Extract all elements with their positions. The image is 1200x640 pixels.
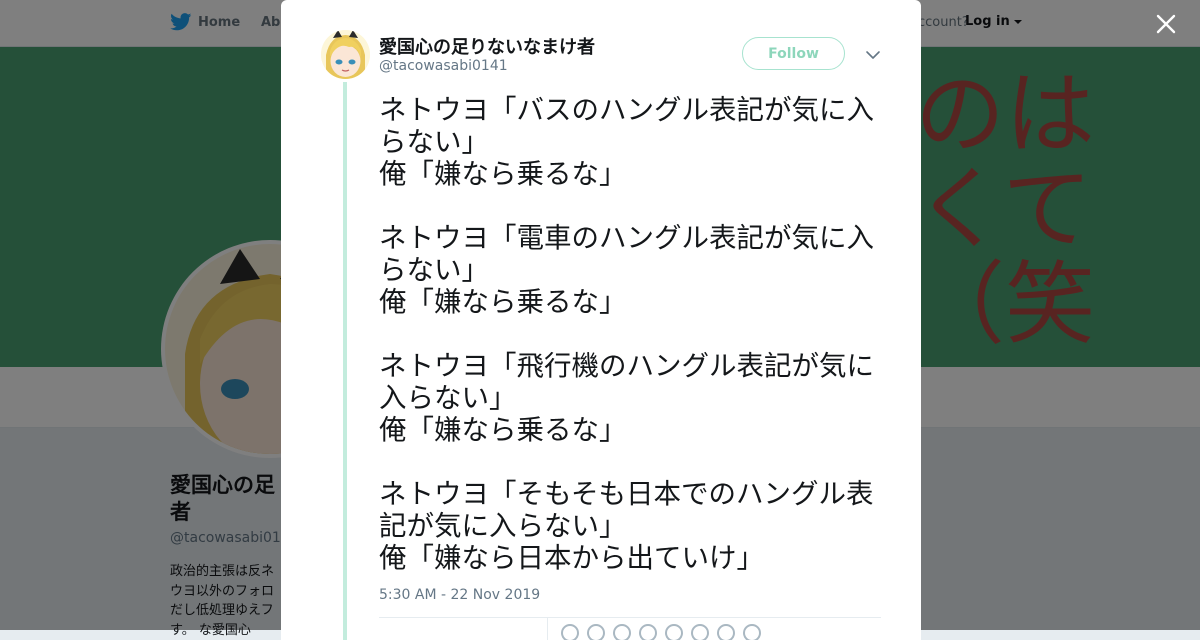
liker-avatar[interactable] [639,624,657,640]
liker-avatars[interactable] [561,624,761,640]
liker-avatar[interactable] [613,624,631,640]
liker-avatar[interactable] [691,624,709,640]
liker-avatar[interactable] [665,624,683,640]
tweet-author-handle[interactable]: @tacowasabi0141 [379,58,508,74]
author-avatar-illustration [321,30,370,79]
thread-line [343,82,347,640]
liker-avatar[interactable] [561,624,579,640]
stats-divider [547,617,548,640]
tweet-modal: 愛国心の足りないなまけ者 @tacowasabi0141 Follow ネトウヨ… [281,0,921,640]
tweet-author-name[interactable]: 愛国心の足りないなまけ者 [379,33,595,59]
liker-avatar[interactable] [743,624,761,640]
tweet-divider [379,617,881,618]
follow-button[interactable]: Follow [742,37,845,70]
close-icon [1156,14,1176,34]
tweet-author-avatar[interactable] [321,30,370,79]
tweet-options-button[interactable] [865,47,881,61]
liker-avatar[interactable] [717,624,735,640]
tweet-timestamp[interactable]: 5:30 AM - 22 Nov 2019 [379,587,540,603]
chevron-down-icon [866,51,880,59]
liker-avatar[interactable] [587,624,605,640]
close-button[interactable] [1150,8,1182,40]
tweet-text: ネトウヨ「バスのハングル表記が気に入らない」 俺「嫌なら乗るな」 ネトウヨ「電車… [379,94,874,574]
